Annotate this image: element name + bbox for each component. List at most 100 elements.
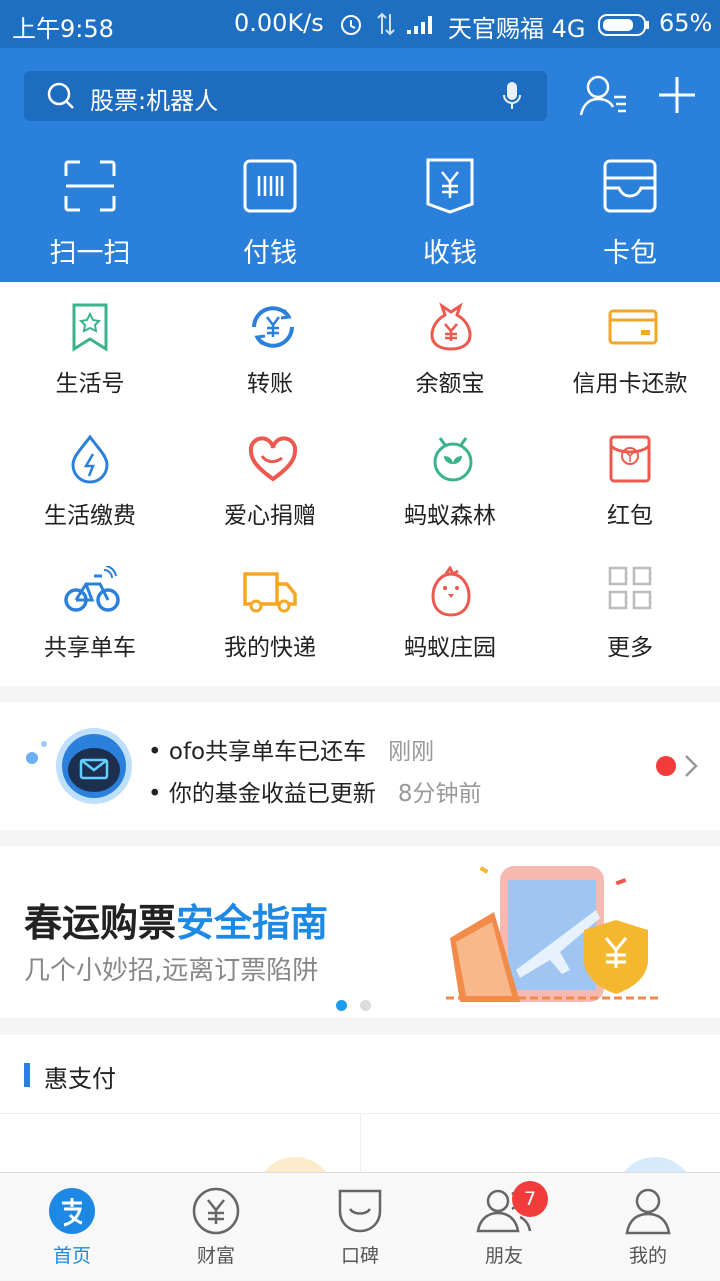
service-grid: 生活号 转账 余额宝 信用卡还款 生活缴费 爱心捐赠 蚂蚁森林 红包 共享单车 … [0,282,720,686]
scan-icon [64,160,116,212]
alarm-icon [341,15,361,35]
red-packet-icon [609,435,651,483]
battery-percent: 65% [659,9,713,37]
grid-label: 蚂蚁森林 [404,503,496,529]
search-bar[interactable]: 股票:机器人 [24,71,547,121]
grid-label: 红包 [607,503,653,529]
bike-icon [64,566,120,612]
tab-label: 朋友 [484,1245,523,1267]
grid-item-donation[interactable]: 爱心捐赠 [180,414,360,546]
chick-icon [431,566,471,617]
tab-profile[interactable]: 我的 [576,1173,720,1281]
banner-title: 春运购票安全指南 [24,892,328,947]
notice-text: 你的基金收益已更新 [168,781,376,807]
grid-item-utility[interactable]: 生活缴费 [0,414,180,546]
notice-item: • 你的基金收益已更新 8分钟前 [148,774,482,808]
section-marker [24,1063,30,1087]
contacts-icon[interactable] [578,73,630,119]
grid-label: 转账 [247,371,293,397]
search-icon [47,82,74,109]
card-wallet-icon [603,159,657,213]
receive-label: 收钱 [423,238,477,269]
home-header: 股票:机器人 扫一扫 付钱 收钱 卡包 [0,48,720,282]
section-title: 惠支付 [44,1065,116,1093]
life-account-icon [72,303,108,352]
koubei-icon [338,1189,382,1233]
tab-wealth[interactable]: 财富 [144,1173,288,1281]
notice-time: 8分钟前 [397,781,482,807]
grid-label: 信用卡还款 [572,371,688,397]
robot-mascot-icon [26,728,132,804]
grid-item-transfer[interactable]: 转账 [180,282,360,414]
utility-icon [71,434,109,484]
grid-item-chick[interactable]: 蚂蚁庄园 [360,546,540,678]
tab-label: 我的 [628,1245,667,1267]
signal-icon [407,16,432,34]
tab-label: 口碑 [340,1245,379,1267]
grid-label: 生活缴费 [44,503,136,529]
home-alipay-icon [49,1188,95,1234]
tab-home[interactable]: 首页 [0,1173,144,1281]
delivery-icon [243,572,297,613]
carousel-dot[interactable] [360,1000,371,1011]
search-placeholder: 股票:机器人 [90,87,219,115]
pay-label: 付钱 [243,238,297,269]
promo-banner[interactable]: 春运购票安全指南 几个小妙招,远离订票陷阱 [0,846,720,1018]
grid-item-life-account[interactable]: 生活号 [0,282,180,414]
grid-item-yuebao[interactable]: 余额宝 [360,282,540,414]
bottom-tab-bar: 首页 财富 口碑 7 朋友 我的 [0,1172,720,1280]
scan-label: 扫一扫 [49,238,131,269]
credit-card-icon [608,309,658,345]
carousel-dot-active[interactable] [336,1000,347,1011]
network-speed: 0.00K/s [234,9,324,37]
more-grid-icon [608,566,652,610]
wealth-icon [192,1187,240,1235]
pay-icon [243,159,297,213]
grid-label: 余额宝 [415,371,485,397]
grid-label: 蚂蚁庄园 [404,635,496,661]
battery-icon [598,14,649,36]
message-notice[interactable]: • ofo共享单车已还车 刚刚 • 你的基金收益已更新 8分钟前 [0,702,720,830]
microphone-icon[interactable] [502,81,522,111]
chevron-right-icon [685,755,698,777]
bullet: • [148,781,169,807]
travel-illustration [446,866,660,1002]
section-huizhifu: 惠支付 [0,1035,720,1237]
profile-icon [625,1188,671,1235]
tab-label: 财富 [196,1245,235,1267]
add-icon[interactable] [657,75,697,115]
grid-label: 爱心捐赠 [224,503,316,529]
notice-item: • ofo共享单车已还车 刚刚 [148,732,434,766]
grid-label: 共享单车 [44,635,136,661]
grid-label: 我的快递 [224,635,316,661]
data-arrows-icon [377,12,395,36]
transfer-icon [252,306,294,348]
carrier: 天官赐福 4G [448,15,586,43]
notice-time: 刚刚 [388,739,435,765]
bullet: • [148,739,169,765]
receive-icon [426,158,474,214]
banner-title-highlight: 安全指南 [176,901,329,945]
status-time: 上午9:58 [12,15,114,43]
grid-item-delivery[interactable]: 我的快递 [180,546,360,678]
status-bar: 上午9:58 0.00K/s 天官赐福 4G 65% [0,0,720,48]
yuebao-icon [430,302,472,351]
grid-item-red-packet[interactable]: 红包 [540,414,720,546]
friends-badge: 7 [512,1181,548,1217]
forest-icon [433,437,473,482]
card-wallet-label: 卡包 [603,238,657,269]
grid-item-bike[interactable]: 共享单车 [0,546,180,678]
tab-label: 首页 [52,1245,91,1267]
unread-dot [656,756,676,776]
notice-text: ofo共享单车已还车 [168,739,367,765]
banner-subtitle: 几个小妙招,远离订票陷阱 [24,956,319,986]
grid-item-credit-card[interactable]: 信用卡还款 [540,282,720,414]
grid-item-forest[interactable]: 蚂蚁森林 [360,414,540,546]
donation-icon [248,436,298,482]
grid-label: 更多 [607,635,653,661]
grid-item-more[interactable]: 更多 [540,546,720,678]
tab-friends[interactable]: 7 朋友 [432,1173,576,1281]
grid-label: 生活号 [55,371,125,397]
tab-koubei[interactable]: 口碑 [288,1173,432,1281]
banner-title-main: 春运购票 [24,901,177,945]
